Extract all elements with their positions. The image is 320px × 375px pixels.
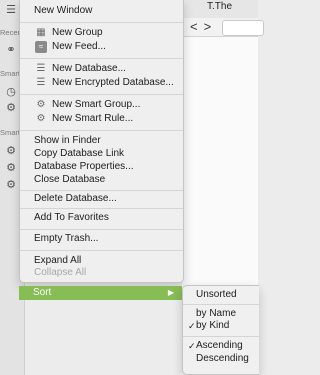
document-title: T.The [207,1,233,12]
folder-icon: ▦ [36,27,46,38]
menu-item-empty-trash[interactable]: Empty Trash... [20,232,183,246]
menu-item-new-encrypted-database[interactable]: ☰ New Encrypted Database... [20,76,183,90]
submenu-item-by-kind[interactable]: ✓ by Kind [183,320,259,332]
gears-icon[interactable]: ⚙ [5,162,17,174]
rss-feed-icon: ≈ [35,41,47,53]
menu-separator [20,94,183,95]
submenu-item-ascending[interactable]: ✓ Ascending [183,340,259,352]
menu-separator [20,58,183,59]
menu-item-new-smart-rule[interactable]: ⚙ New Smart Rule... [20,112,183,126]
menu-separator [183,304,259,305]
context-menu: New Window ▦ New Group ≈ New Feed... ☰ N… [19,0,184,283]
gears-icon[interactable]: ⚙ [5,145,17,157]
menu-item-new-feed[interactable]: ≈ New Feed... [20,40,183,54]
checkmark-icon: ✓ [188,341,196,351]
sidebar-section-smart: Smart [0,69,21,78]
sidebar-section-smart-rules: Smart [0,128,21,137]
menu-item-delete-database[interactable]: Delete Database... [20,192,183,206]
clock-icon[interactable]: ◷ [5,86,17,98]
toolbar-field[interactable] [222,20,264,36]
menu-separator [20,22,183,23]
encrypted-database-icon: ☰ [36,77,46,88]
menu-item-close-database[interactable]: Close Database [20,173,183,187]
navigation-arrows[interactable]: <> [190,19,217,34]
menu-separator [20,190,183,191]
gear-icon[interactable]: ⚙ [5,102,17,114]
menu-item-collapse-all: Collapse All [34,267,87,278]
menu-item-new-smart-group[interactable]: ⚙ New Smart Group... [20,98,183,112]
menu-separator [20,250,183,251]
menu-item-copy-database-link[interactable]: Copy Database Link [20,147,183,161]
submenu-item-descending[interactable]: Descending [183,353,259,365]
gears-icon[interactable]: ⚙ [5,179,17,191]
database-icon: ☰ [36,63,46,74]
layers-icon[interactable]: ☰ [5,4,17,16]
menu-item-sort[interactable]: Sort ▶ [19,286,182,300]
menu-separator [183,336,259,337]
menu-separator [20,208,183,209]
checkmark-icon: ✓ [188,321,196,331]
link-icon[interactable]: ⚭ [5,44,17,56]
menu-separator [20,130,183,131]
menu-separator [20,229,183,230]
menu-item-add-to-favorites[interactable]: Add To Favorites [20,211,183,225]
menu-item-database-properties[interactable]: Database Properties... [20,160,183,174]
menu-item-new-group[interactable]: ▦ New Group [20,26,183,40]
submenu-item-unsorted[interactable]: Unsorted [183,289,259,301]
smart-rule-gears-icon: ⚙ [36,113,46,124]
submenu-arrow-icon: ▶ [167,288,174,297]
submenu-item-by-name[interactable]: by Name [183,308,259,320]
menu-item-show-in-finder[interactable]: Show in Finder [20,134,183,148]
menu-item-new-database[interactable]: ☰ New Database... [20,62,183,76]
back-icon[interactable]: < [190,19,204,34]
forward-icon[interactable]: > [204,19,218,34]
gear-icon: ⚙ [36,99,46,110]
sort-submenu: Unsorted by Name ✓ by Kind ✓ Ascending D… [182,285,259,375]
menu-item-new-window[interactable]: New Window [20,4,183,18]
